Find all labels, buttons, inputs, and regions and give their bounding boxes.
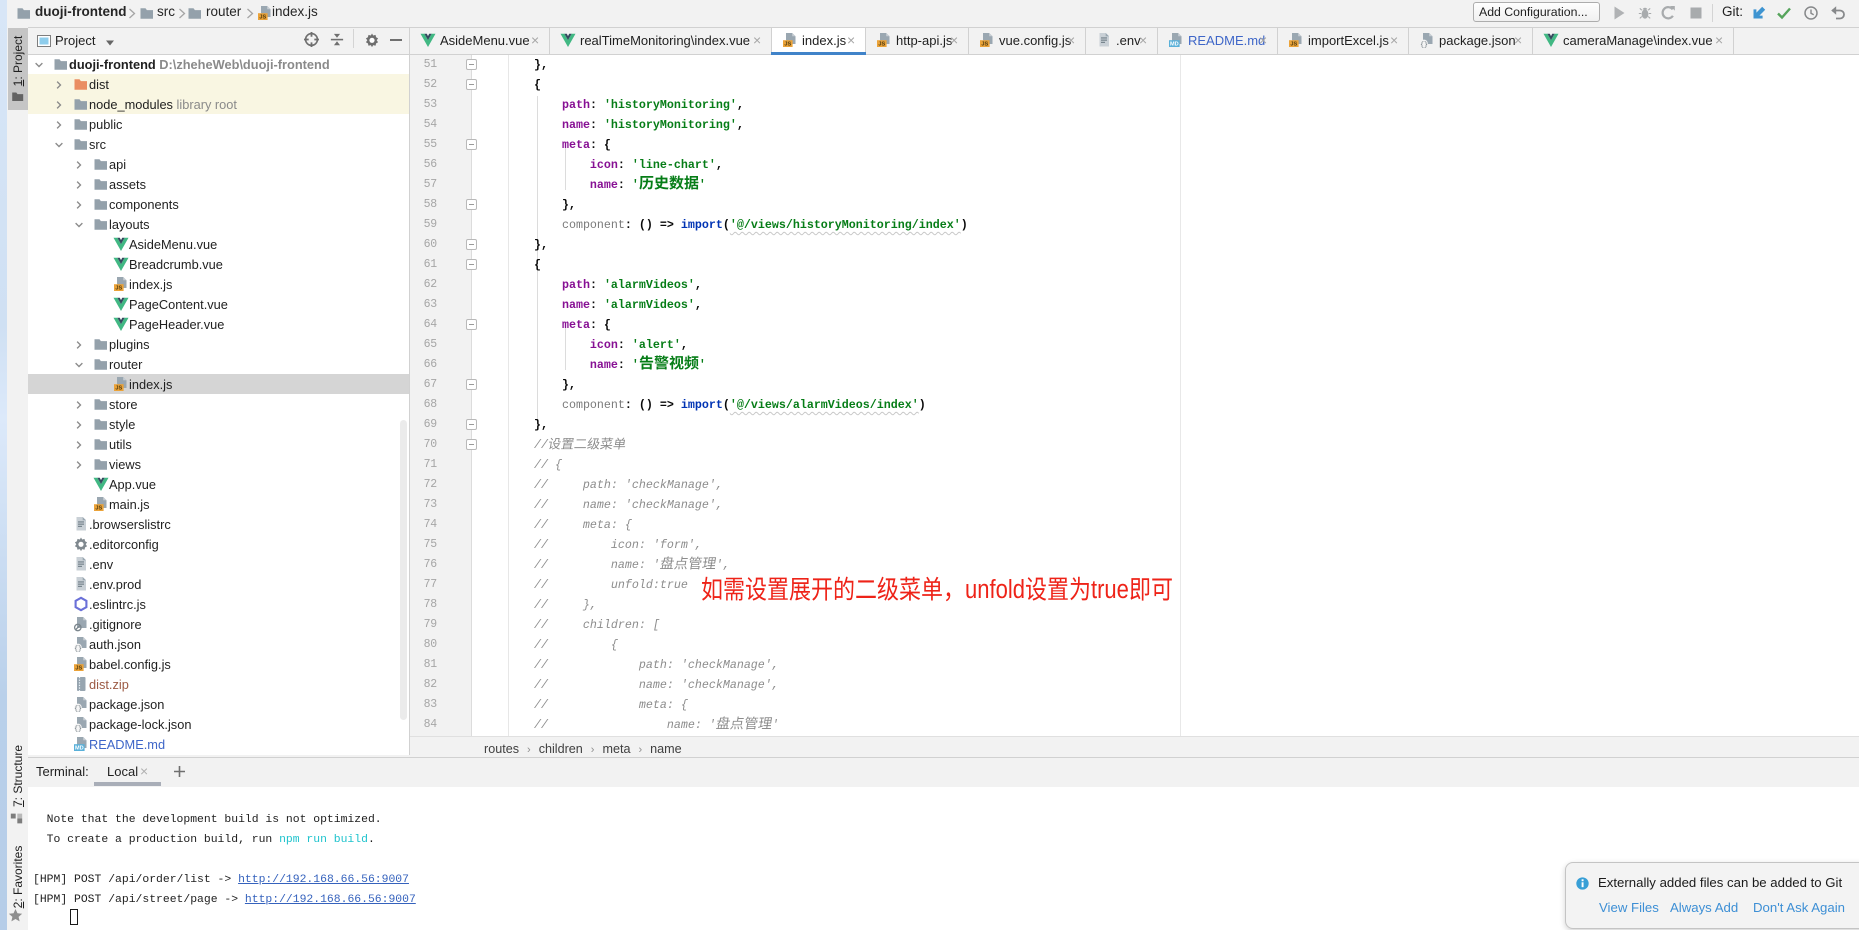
svg-text:{}: {} [1420, 41, 1428, 48]
svg-text:JS: JS [259, 15, 266, 21]
svg-text:JS: JS [878, 42, 885, 48]
svg-text:{}: {} [74, 725, 82, 732]
svg-text:MD: MD [1170, 42, 1179, 48]
svg-text:JS: JS [115, 286, 122, 292]
svg-text:JS: JS [1290, 42, 1297, 48]
svg-text:JS: JS [75, 666, 82, 672]
svg-text:JS: JS [115, 386, 122, 392]
svg-text:{}: {} [74, 705, 82, 712]
svg-text:JS: JS [981, 42, 988, 48]
svg-text:MD: MD [74, 746, 83, 752]
svg-text:{}: {} [74, 645, 82, 652]
svg-text:JS: JS [95, 506, 102, 512]
svg-text:JS: JS [784, 42, 791, 48]
